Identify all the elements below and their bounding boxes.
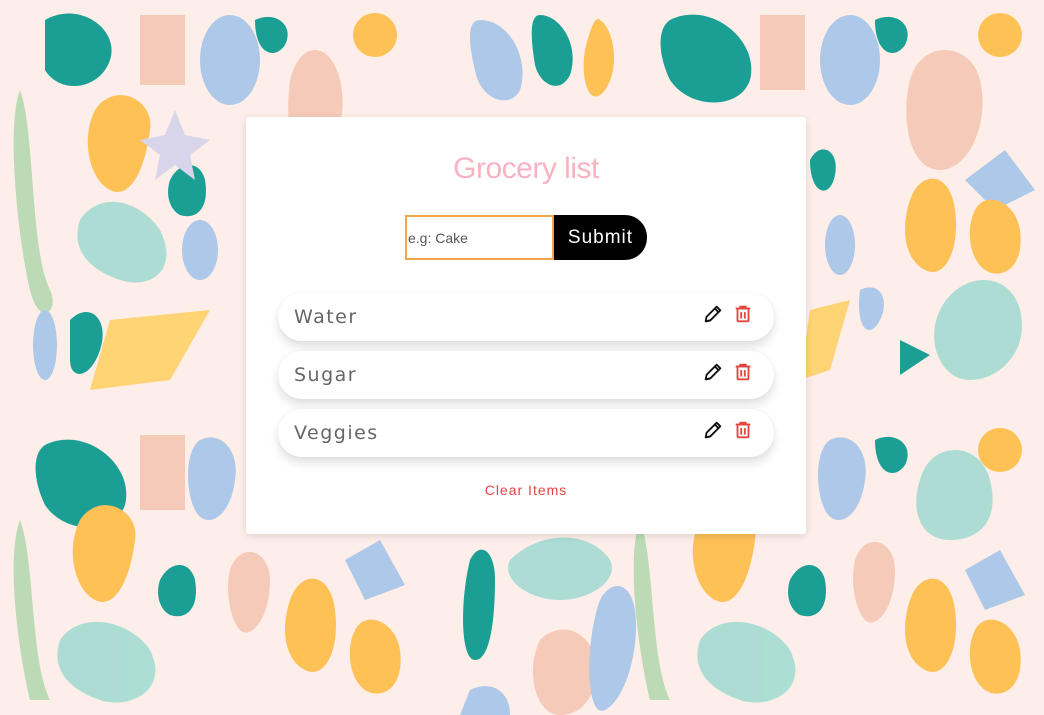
item-name: Veggies — [294, 422, 379, 444]
item-name: Water — [294, 306, 358, 328]
trash-icon[interactable] — [732, 361, 754, 383]
pencil-icon[interactable] — [702, 303, 724, 325]
item-name: Sugar — [294, 364, 358, 386]
grocery-list: Water Sugar Veggies — [278, 293, 774, 467]
trash-icon[interactable] — [732, 303, 754, 325]
pencil-icon[interactable] — [702, 361, 724, 383]
item-input[interactable] — [405, 215, 554, 260]
clear-items-button[interactable]: Clear Items — [246, 482, 806, 498]
list-item: Sugar — [278, 351, 774, 399]
item-actions — [702, 419, 754, 441]
list-item: Water — [278, 293, 774, 341]
add-item-form: Submit — [405, 215, 647, 260]
pencil-icon[interactable] — [702, 419, 724, 441]
submit-button[interactable]: Submit — [554, 215, 647, 260]
item-actions — [702, 361, 754, 383]
item-actions — [702, 303, 754, 325]
page-title: Grocery list — [453, 152, 599, 185]
grocery-card: Grocery list Submit Water Sugar — [246, 117, 806, 534]
list-item: Veggies — [278, 409, 774, 457]
trash-icon[interactable] — [732, 419, 754, 441]
